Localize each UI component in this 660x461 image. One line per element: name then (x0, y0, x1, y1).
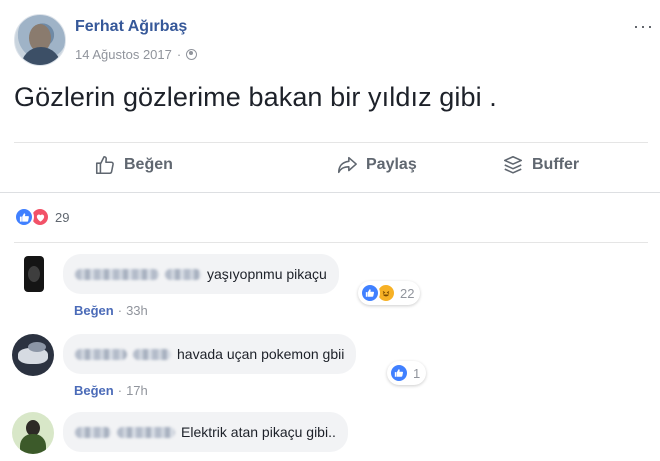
comment-reactions[interactable]: 1 (387, 361, 427, 385)
commenter-avatar[interactable] (12, 254, 54, 296)
reactions-and-comments: 29 yaşıyopnmu pikaçu 22 Beğen · 33h hava… (0, 192, 660, 461)
comments-divider (14, 242, 648, 243)
buffer-button[interactable]: Buffer (502, 154, 579, 176)
comment-separator: · (117, 383, 123, 398)
comment-text: havada uçan pokemon gbii (177, 346, 345, 362)
comment-reaction-count: 22 (400, 285, 415, 301)
blurred-name[interactable] (75, 348, 127, 360)
buffer-stack-icon (503, 155, 523, 174)
reaction-count: 29 (55, 209, 70, 225)
post-meta: 14 Ağustos 2017 · (75, 47, 198, 62)
like-reaction-icon (360, 283, 380, 303)
comment-like-link[interactable]: Beğen (74, 303, 114, 318)
ellipsis-icon[interactable]: ··· (633, 16, 654, 37)
comment-reactions[interactable]: 22 (358, 281, 421, 305)
post-date[interactable]: 14 Ağustos 2017 (75, 47, 172, 62)
comment-actions: Beğen · 17h (74, 383, 148, 398)
avatar-shape (20, 434, 46, 454)
thumbs-up-icon (95, 155, 114, 175)
share-button-label: Paylaş (366, 156, 417, 173)
comment-like-link[interactable]: Beğen (74, 383, 114, 398)
like-reaction-icon (14, 207, 34, 227)
comment-actions: Beğen · 33h (74, 303, 148, 318)
blurred-name[interactable] (165, 268, 201, 280)
meta-separator: · (176, 47, 182, 62)
share-arrow-icon (337, 156, 357, 174)
globe-icon (186, 49, 198, 60)
post-header: Ferhat Ağırbaş 14 Ağustos 2017 · ··· (14, 14, 654, 70)
avatar-body (21, 47, 61, 65)
avatar-shape (24, 256, 44, 292)
blurred-name[interactable] (117, 426, 175, 438)
commenter-avatar[interactable] (12, 412, 54, 454)
commenter-avatar[interactable] (12, 334, 54, 376)
buffer-button-label: Buffer (532, 156, 580, 173)
comment-text: yaşıyopnmu pikaçu (207, 266, 327, 282)
post-text: Gözlerin gözlerime bakan bir yıldız gibi… (14, 82, 497, 112)
avatar-shape (28, 342, 46, 352)
author-name[interactable]: Ferhat Ağırbaş (75, 18, 187, 36)
reaction-summary[interactable]: 29 (14, 207, 69, 227)
comment-bubble: yaşıyopnmu pikaçu (63, 254, 339, 294)
blurred-name[interactable] (133, 348, 171, 360)
comment-separator: · (117, 303, 123, 318)
like-button[interactable]: Beğen (94, 154, 173, 176)
post-action-bar: Beğen Paylaş Buffer (14, 142, 648, 190)
share-button[interactable]: Paylaş (336, 154, 417, 176)
blurred-name[interactable] (75, 268, 159, 280)
blurred-name[interactable] (75, 426, 111, 438)
comment-time[interactable]: 17h (126, 383, 148, 398)
comment-time[interactable]: 33h (126, 303, 148, 318)
comment-bubble: havada uçan pokemon gbii (63, 334, 357, 374)
like-reaction-icon (389, 363, 409, 383)
comment-text: Elektrik atan pikaçu gibi.. (181, 424, 336, 440)
comment-bubble: Elektrik atan pikaçu gibi.. (63, 412, 348, 452)
author-avatar[interactable] (14, 14, 66, 66)
like-button-label: Beğen (124, 156, 173, 173)
comment-reaction-count: 1 (413, 365, 421, 381)
